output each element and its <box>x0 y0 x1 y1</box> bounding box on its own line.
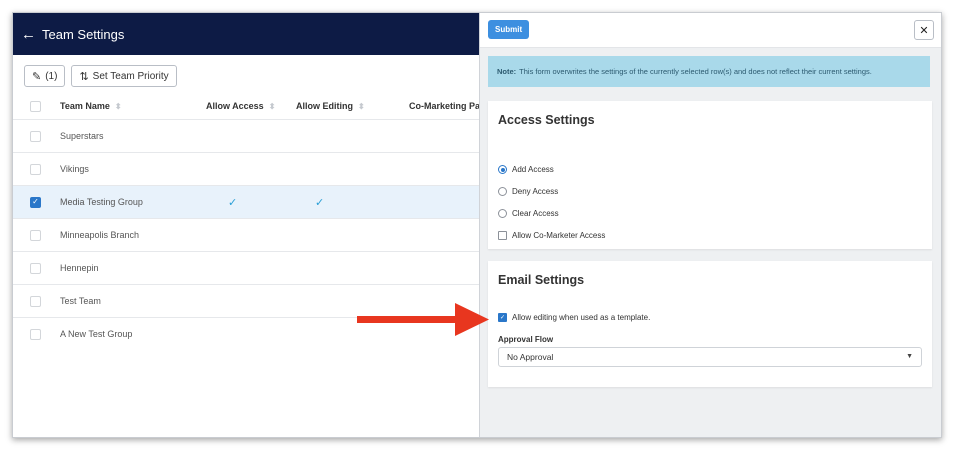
row-checkbox[interactable] <box>30 153 41 185</box>
approval-flow-select[interactable]: No Approval ▼ <box>498 347 922 367</box>
column-header-allow-editing[interactable]: Allow Editing ⬍ <box>296 93 365 119</box>
row-checkbox[interactable] <box>30 120 41 152</box>
allow-editing-check-icon: ✓ <box>315 196 325 209</box>
info-note: Note: This form overwrites the settings … <box>488 56 930 87</box>
team-name: Superstars <box>60 131 104 141</box>
chevron-down-icon: ▼ <box>906 353 913 360</box>
select-all-checkbox[interactable] <box>30 93 41 119</box>
checkbox <box>498 231 507 240</box>
table-row[interactable]: Superstars <box>13 120 479 153</box>
close-icon[interactable]: ✕ <box>914 20 934 40</box>
team-name: Media Testing Group <box>60 197 143 207</box>
annotation-arrow-icon <box>357 303 489 336</box>
sort-icon: ⬍ <box>114 101 122 111</box>
row-checkbox[interactable] <box>30 318 41 350</box>
radio <box>498 187 507 196</box>
team-name: Minneapolis Branch <box>60 230 140 240</box>
sort-icon: ⬍ <box>268 101 276 111</box>
email-settings-title: Email Settings <box>498 273 585 287</box>
edit-selected-button[interactable]: ✎ (1) <box>24 65 66 87</box>
page-header: ← Team Settings <box>13 13 479 55</box>
allow-co-marketer-checkbox[interactable]: Allow Co-Marketer Access <box>498 231 605 240</box>
submit-button[interactable]: Submit <box>488 20 530 39</box>
approval-flow-label: Approval Flow <box>498 335 554 344</box>
radio <box>498 209 507 218</box>
column-header-allow-access[interactable]: Allow Access ⬍ <box>206 93 275 119</box>
email-settings-panel: Email Settings ✓ Allow editing when used… <box>488 261 932 387</box>
bulk-edit-drawer: Submit ✕ Note: This form overwrites the … <box>479 13 941 437</box>
row-checkbox[interactable] <box>30 219 41 251</box>
team-name: Test Team <box>60 296 101 306</box>
allow-editing-template-checkbox[interactable]: ✓ Allow editing when used as a template. <box>498 313 650 322</box>
column-header-team-name[interactable]: Team Name ⬍ <box>60 93 122 119</box>
team-name: A New Test Group <box>60 329 133 339</box>
table-header-row: Team Name ⬍ Allow Access ⬍ Allow Editing ⬍ … <box>13 93 492 120</box>
team-name: Hennepin <box>60 263 99 273</box>
team-name: Vikings <box>60 164 89 174</box>
grid-toolbar: ✎ (1) ⇅ Set Team Priority <box>24 65 177 87</box>
priority-list-icon: ⇅ <box>79 70 89 83</box>
page-title: Team Settings <box>42 26 125 42</box>
row-checkbox-checked[interactable]: ✓ <box>30 186 41 218</box>
edit-count: (1) <box>45 70 58 82</box>
access-settings-panel: Access Settings Add Access Deny Access C… <box>488 101 932 249</box>
checkbox-checked: ✓ <box>498 313 507 322</box>
table-row[interactable]: Hennepin <box>13 252 479 285</box>
app-window: ← Team Settings ✎ (1) ⇅ Set Team Priorit… <box>12 12 942 438</box>
access-settings-title: Access Settings <box>498 113 595 127</box>
table-row[interactable]: Vikings <box>13 153 479 186</box>
clear-access-radio[interactable]: Clear Access <box>498 209 559 218</box>
set-team-priority-label: Set Team Priority <box>92 70 169 82</box>
edit-icon: ✎ <box>32 70 42 83</box>
deny-access-radio[interactable]: Deny Access <box>498 187 558 196</box>
row-checkbox[interactable] <box>30 285 41 317</box>
table-row-selected[interactable]: ✓ Media Testing Group ✓ ✓ <box>13 186 479 219</box>
drawer-header: Submit ✕ <box>480 13 941 48</box>
add-access-radio[interactable]: Add Access <box>498 165 554 174</box>
set-team-priority-button[interactable]: ⇅ Set Team Priority <box>71 65 177 87</box>
allow-access-check-icon: ✓ <box>228 196 238 209</box>
approval-flow-value: No Approval <box>507 352 554 362</box>
row-checkbox[interactable] <box>30 252 41 284</box>
arrow-left-icon[interactable]: ← <box>21 26 36 43</box>
note-text: This form overwrites the settings of the… <box>519 67 872 76</box>
sort-icon: ⬍ <box>358 101 365 111</box>
note-label: Note: <box>497 67 517 76</box>
radio-selected <box>498 165 507 174</box>
table-row[interactable]: Minneapolis Branch <box>13 219 479 252</box>
